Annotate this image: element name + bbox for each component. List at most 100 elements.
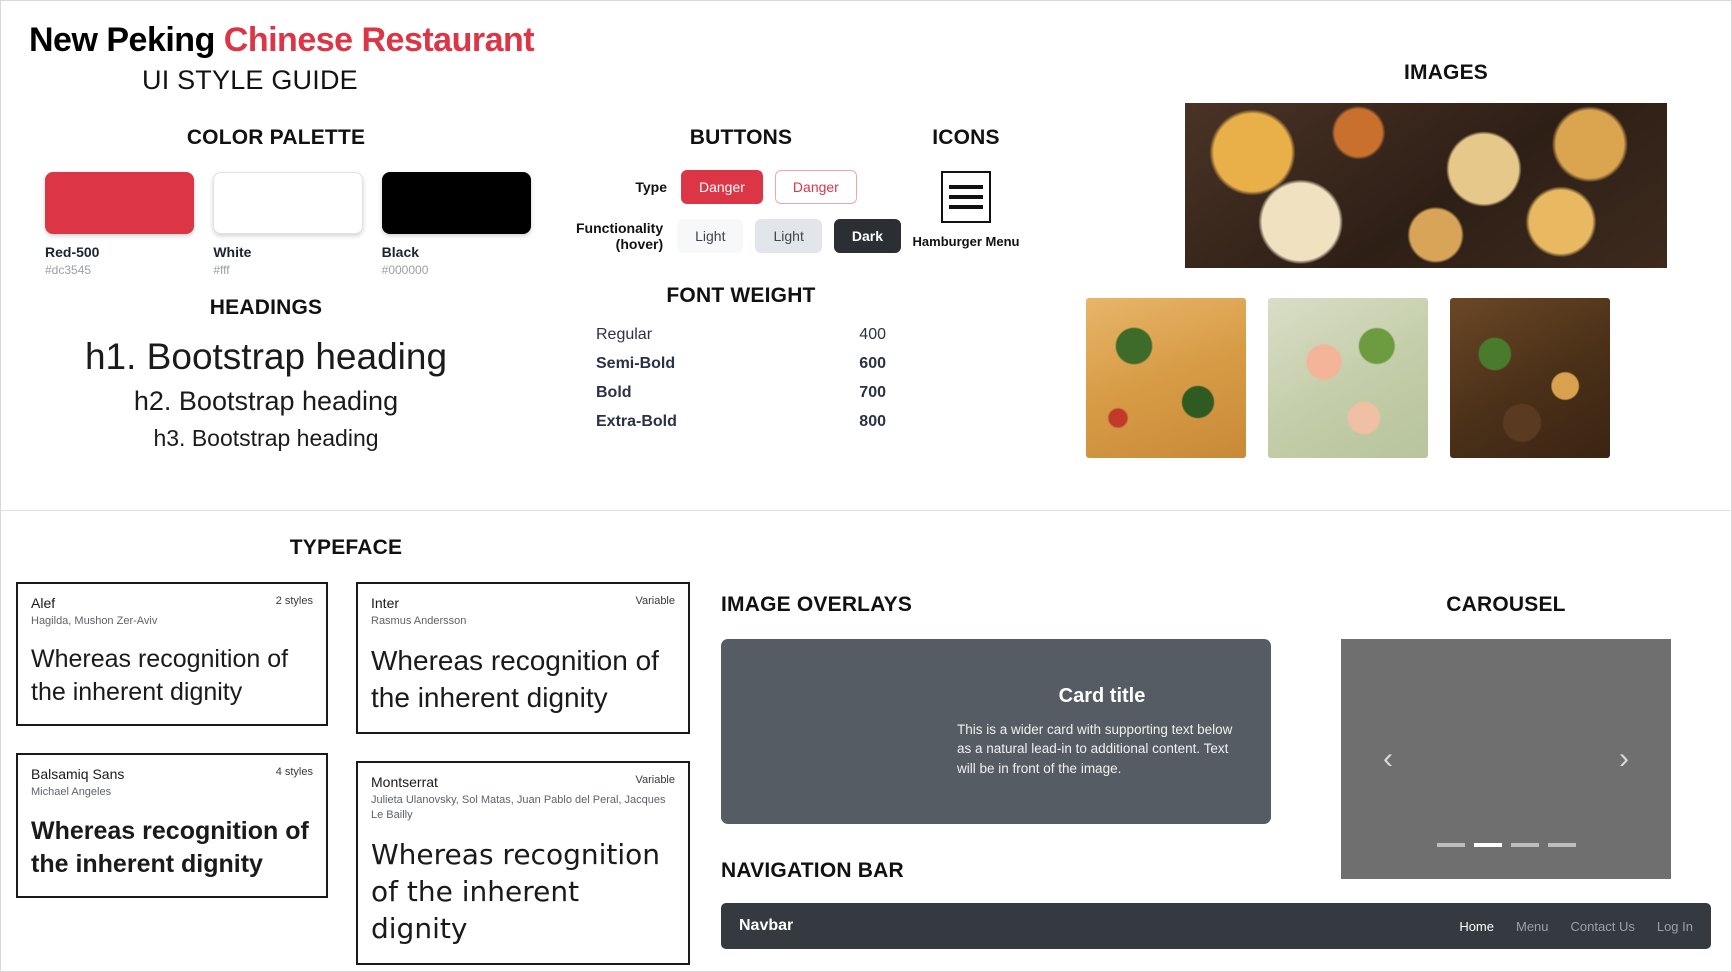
headings-title: HEADINGS bbox=[209, 296, 323, 319]
functionality-label-main: Functionality bbox=[576, 219, 664, 236]
font-weight-section: FONT WEIGHT Regular 400 Semi-Bold 600 Bo… bbox=[576, 284, 906, 442]
typeface-title: TYPEFACE bbox=[289, 536, 403, 559]
hamburger-line bbox=[949, 205, 983, 209]
buttons-section: BUTTONS Type Danger Danger Functionality… bbox=[576, 126, 906, 268]
nav-link-log-in[interactable]: Log In bbox=[1657, 919, 1693, 934]
heading-sample-h1: h1. Bootstrap heading bbox=[84, 336, 448, 377]
font-weight-name: Regular bbox=[596, 326, 653, 343]
hamburger-line bbox=[949, 185, 983, 189]
overlay-card-title: Card title bbox=[1058, 684, 1146, 707]
carousel-viewport[interactable]: ‹ › bbox=[1341, 639, 1671, 879]
light-button[interactable]: Light bbox=[677, 219, 744, 253]
typeface-sample: Whereas recognition of the inherent dign… bbox=[371, 645, 659, 714]
button-grid: Type Danger Danger Functionality (hover)… bbox=[576, 170, 906, 253]
swatch-row: Red-500 #dc3545 White #fff Black #000000 bbox=[21, 172, 531, 277]
swatch-item-black: Black #000000 bbox=[381, 172, 531, 277]
food-thumbnail-image bbox=[1450, 298, 1610, 458]
hamburger-icon-caption: Hamburger Menu bbox=[912, 234, 1020, 249]
font-weight-value: 700 bbox=[859, 384, 886, 401]
navbar-links: Home Menu Contact Us Log In bbox=[1459, 919, 1693, 934]
carousel-indicator[interactable] bbox=[1510, 843, 1539, 847]
style-guide-page: New Peking Chinese Restaurant UI STYLE G… bbox=[0, 0, 1732, 972]
carousel-indicator[interactable] bbox=[1547, 843, 1576, 847]
font-weight-row: Extra-Bold 800 bbox=[576, 413, 906, 431]
typeface-card-header: Montserrat Variable bbox=[371, 774, 675, 790]
button-row-functionality: Functionality (hover) Light Light Dark bbox=[576, 219, 906, 253]
hamburger-line bbox=[949, 195, 983, 199]
typeface-card-montserrat: Montserrat Variable Julieta Ulanovsky, S… bbox=[356, 761, 690, 965]
typeface-author: Rasmus Andersson bbox=[371, 615, 467, 627]
overlay-card[interactable]: Card title This is a wider card with sup… bbox=[721, 639, 1271, 824]
font-weight-name: Extra-Bold bbox=[596, 413, 677, 430]
images-section: IMAGES bbox=[1086, 61, 1711, 458]
swatch-chip-black bbox=[381, 172, 531, 234]
buttons-title: BUTTONS bbox=[689, 126, 793, 149]
swatch-chip-white bbox=[213, 172, 363, 234]
swatch-chip-red bbox=[45, 172, 195, 234]
font-weight-value: 600 bbox=[859, 355, 886, 372]
typeface-card-header: Balsamiq Sans 4 styles bbox=[31, 766, 313, 782]
headings-section: HEADINGS h1. Bootstrap heading h2. Boots… bbox=[21, 296, 511, 452]
nav-link-menu[interactable]: Menu bbox=[1516, 919, 1549, 934]
danger-outline-button[interactable]: Danger bbox=[774, 170, 857, 204]
nav-link-home[interactable]: Home bbox=[1459, 919, 1494, 934]
typeface-card-header: Alef 2 styles bbox=[31, 595, 313, 611]
font-weight-name: Semi-Bold bbox=[596, 355, 676, 372]
swatch-hex-red: #dc3545 bbox=[45, 263, 92, 277]
typeface-author: Hagilda, Mushon Zer-Aviv bbox=[31, 615, 158, 627]
icons-title: ICONS bbox=[932, 126, 1000, 149]
hero-food-image bbox=[1185, 103, 1667, 268]
heading-sample-h2: h2. Bootstrap heading bbox=[133, 386, 399, 416]
typeface-author: Julieta Ulanovsky, Sol Matas, Juan Pablo… bbox=[371, 794, 666, 821]
image-overlays-title: IMAGE OVERLAYS bbox=[721, 593, 913, 616]
hamburger-menu-icon[interactable] bbox=[941, 171, 991, 223]
carousel-title: CAROUSEL bbox=[1446, 593, 1566, 616]
typeface-sample: Whereas recognition of the inherent dign… bbox=[31, 816, 309, 878]
swatch-hex-black: #000000 bbox=[381, 263, 429, 277]
carousel-indicator[interactable] bbox=[1436, 843, 1465, 847]
nav-link-contact-us[interactable]: Contact Us bbox=[1571, 919, 1635, 934]
typeface-name: Alef bbox=[31, 595, 56, 611]
font-weight-list: Regular 400 Semi-Bold 600 Bold 700 Extra… bbox=[576, 326, 906, 431]
section-divider bbox=[1, 510, 1732, 511]
carousel-prev-icon[interactable]: ‹ bbox=[1383, 744, 1393, 774]
font-weight-row: Semi-Bold 600 bbox=[576, 355, 906, 373]
swatch-name-red: Red-500 bbox=[45, 244, 100, 260]
carousel-indicator-list bbox=[1341, 843, 1671, 847]
images-title: IMAGES bbox=[1403, 61, 1489, 84]
heading-sample-h3: h3. Bootstrap heading bbox=[153, 425, 379, 451]
navbar-brand[interactable]: Navbar bbox=[739, 917, 793, 935]
button-row-type-label: Type bbox=[635, 178, 667, 195]
typeface-styles: Variable bbox=[635, 595, 675, 607]
typeface-name: Montserrat bbox=[371, 774, 438, 791]
font-weight-value: 800 bbox=[859, 413, 886, 430]
navigation-bar-section: NAVIGATION BAR Navbar Home Menu Contact … bbox=[721, 859, 1711, 949]
overlay-card-text: This is a wider card with supporting tex… bbox=[957, 721, 1233, 776]
color-palette-title: COLOR PALETTE bbox=[186, 126, 366, 149]
font-weight-name: Bold bbox=[596, 384, 632, 401]
carousel-next-icon[interactable]: › bbox=[1619, 744, 1629, 774]
brand-accent-text: Chinese Restaurant bbox=[223, 21, 535, 59]
page-subtitle: UI STYLE GUIDE bbox=[142, 65, 358, 95]
typeface-card-header: Inter Variable bbox=[371, 595, 675, 611]
font-weight-title: FONT WEIGHT bbox=[666, 284, 816, 307]
brand-title: New Peking Chinese Restaurant bbox=[29, 21, 535, 60]
food-thumbnail-image bbox=[1086, 298, 1246, 458]
typeface-column-left: Alef 2 styles Hagilda, Mushon Zer-Aviv W… bbox=[16, 582, 328, 965]
danger-solid-button[interactable]: Danger bbox=[681, 170, 763, 204]
swatch-item-white: White #fff bbox=[213, 172, 363, 277]
carousel-indicator-active[interactable] bbox=[1473, 843, 1502, 847]
typeface-name: Inter bbox=[371, 595, 400, 611]
carousel-section: CAROUSEL ‹ › bbox=[1341, 593, 1671, 879]
button-row-functionality-label: Functionality (hover) bbox=[576, 220, 677, 252]
image-thumbnail-row bbox=[1086, 298, 1711, 458]
typeface-styles: 2 styles bbox=[275, 595, 313, 607]
font-weight-row: Bold 700 bbox=[576, 384, 906, 402]
typeface-section: TYPEFACE Alef 2 styles Hagilda, Mushon Z… bbox=[16, 536, 696, 965]
swatch-hex-white: #fff bbox=[213, 263, 230, 277]
icons-section: ICONS Hamburger Menu bbox=[891, 126, 1041, 249]
light-hover-button[interactable]: Light bbox=[755, 219, 822, 253]
swatch-name-white: White bbox=[213, 244, 252, 260]
brand-primary-text: New Peking bbox=[29, 21, 224, 59]
font-weight-row: Regular 400 bbox=[576, 326, 906, 344]
